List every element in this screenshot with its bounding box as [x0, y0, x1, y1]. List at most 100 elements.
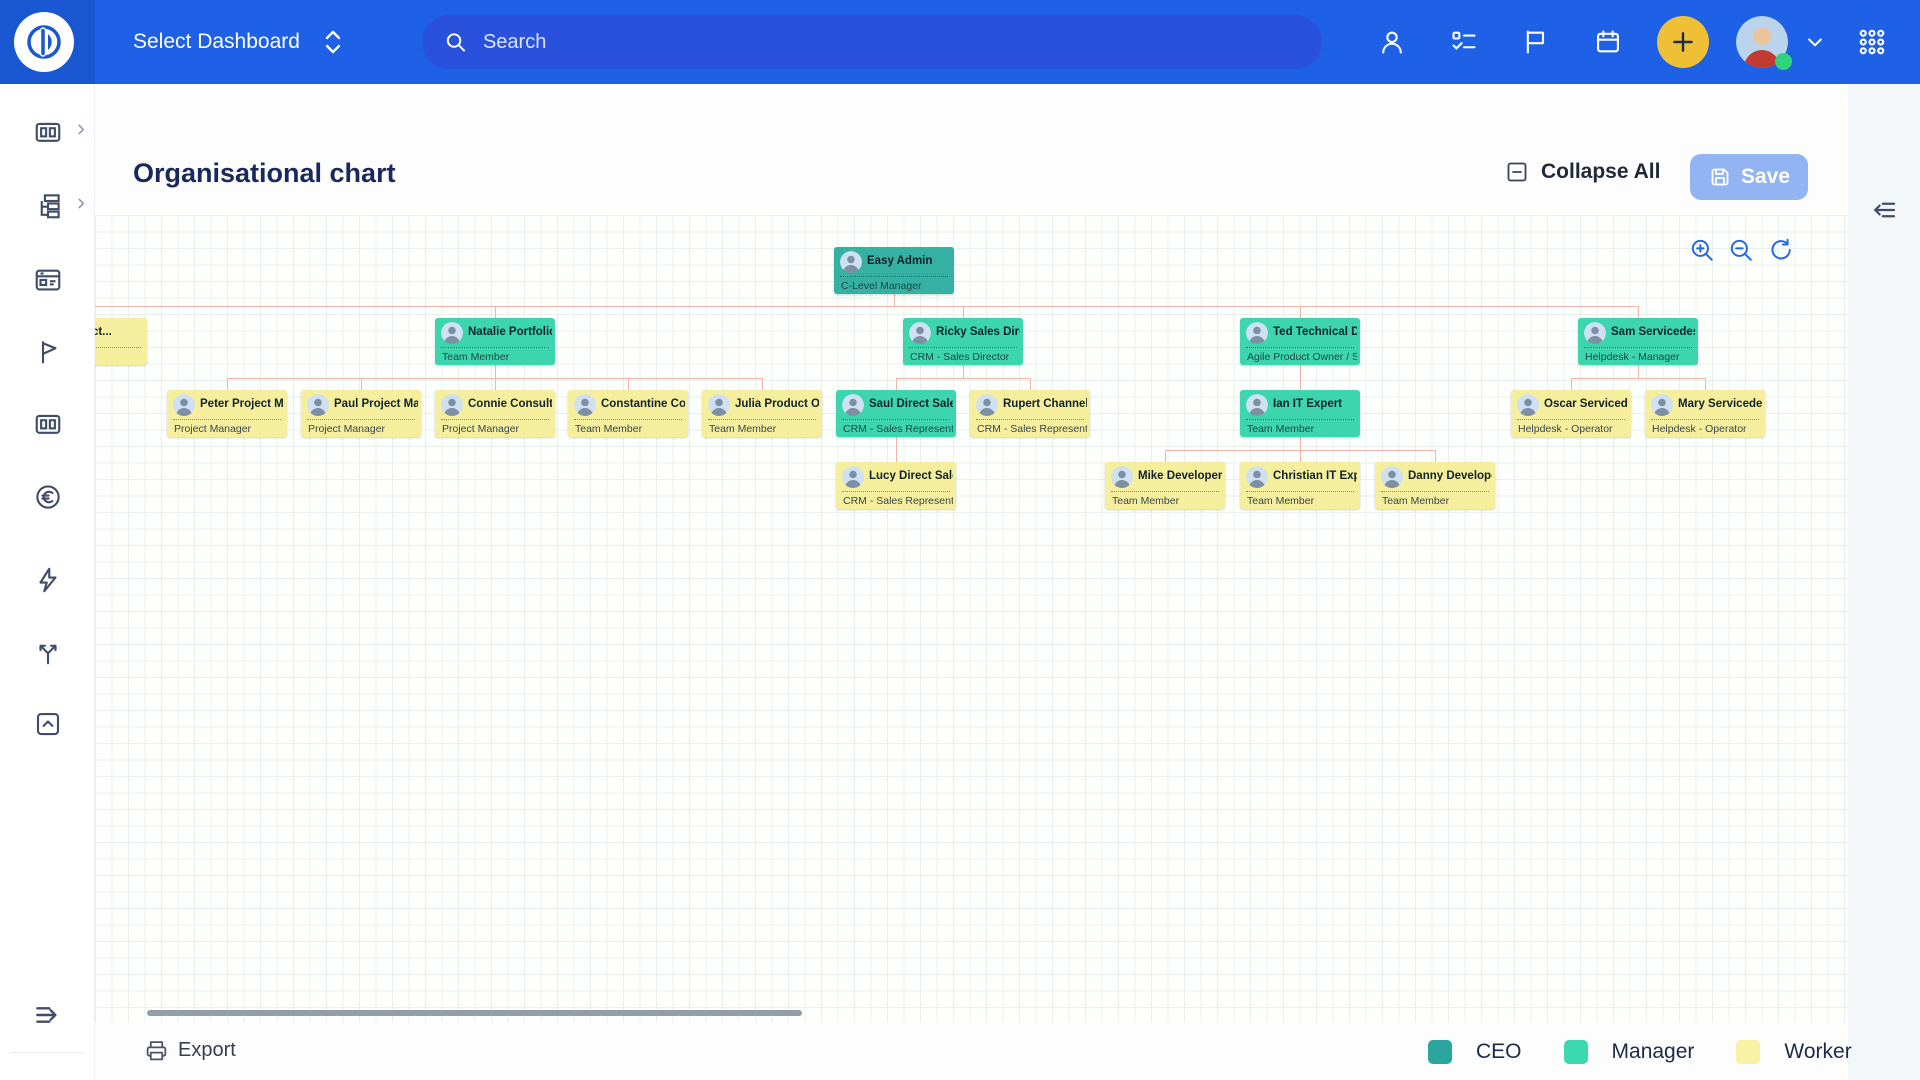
org-connector [896, 378, 897, 390]
chart-legend: CEOManagerWorker [1428, 1040, 1894, 1064]
sidebar-item-goals[interactable] [0, 324, 95, 380]
unfold-icon [322, 29, 344, 55]
panel-grid-icon [33, 409, 63, 439]
node-divider [1246, 347, 1354, 348]
export-button[interactable]: Export [144, 1038, 236, 1063]
legend-swatch [1736, 1040, 1760, 1064]
lightning-icon [33, 565, 63, 595]
org-connector [227, 378, 228, 390]
employee-avatar [976, 394, 998, 416]
sidebar-item-dashboards[interactable] [0, 104, 95, 160]
org-node-danny[interactable]: Danny DeveloperTeam Member [1375, 462, 1495, 509]
org-node-sam[interactable]: Sam Servicedesk Dir...Helpdesk - Manager [1578, 318, 1698, 365]
org-node-connie[interactable]: Connie ConsultantProject Manager [435, 390, 555, 437]
flag-button[interactable] [1514, 0, 1558, 84]
employee-avatar [307, 394, 329, 416]
save-button[interactable]: Save [1690, 154, 1808, 200]
node-divider [1517, 419, 1625, 420]
zoom-in-button[interactable] [1689, 237, 1715, 263]
calendar-icon [1594, 28, 1622, 56]
node-divider [1381, 491, 1489, 492]
org-node-easy[interactable]: Easy AdminC-Level Manager [834, 247, 954, 294]
employee-role: Team Member [709, 423, 819, 435]
org-node-rupert[interactable]: Rupert Channel Sale...CRM - Sales Repres… [970, 390, 1090, 437]
apps-menu-button[interactable] [1850, 0, 1894, 84]
reset-view-button[interactable] [1767, 237, 1793, 263]
employee-role: Project Manager [442, 423, 552, 435]
org-node-ted[interactable]: Ted Technical DirectorAgile Product Owne… [1240, 318, 1360, 365]
org-node-constantine[interactable]: Constantine Consult...Team Member [568, 390, 688, 437]
org-connector [896, 437, 897, 450]
employee-avatar [441, 322, 463, 344]
org-chart-canvas[interactable]: Easy AdminC-Level Manager e Direct... Nata… [95, 215, 1848, 1022]
logo-icon [24, 22, 64, 62]
employee-name: Saul Direct Sales Rep [869, 398, 953, 410]
dashboard-selector[interactable]: Select Dashboard [133, 0, 344, 84]
node-divider [909, 347, 1017, 348]
user-button[interactable] [1370, 0, 1414, 84]
zoom-out-button[interactable] [1728, 237, 1754, 263]
sidebar-item-upload[interactable] [0, 696, 95, 752]
collapse-all-button[interactable]: Collapse All [1505, 160, 1660, 184]
employee-role: Team Member [575, 423, 685, 435]
employee-name: Danny Developer [1408, 470, 1492, 482]
sidebar-expand-button[interactable] [0, 987, 95, 1043]
sidebar-item-pages[interactable] [0, 252, 95, 308]
org-connector [1300, 306, 1301, 318]
org-node-saul[interactable]: Saul Direct Sales RepCRM - Sales Represe… [836, 390, 956, 437]
node-divider [840, 276, 948, 277]
save-disk-icon [1708, 165, 1732, 189]
add-button[interactable] [1657, 16, 1709, 68]
employee-name: Ted Technical Director [1273, 326, 1357, 338]
printer-icon [144, 1038, 169, 1063]
node-divider [1111, 491, 1219, 492]
sidebar-item-automation[interactable] [0, 552, 95, 608]
collapse-panel-button[interactable] [1862, 188, 1906, 232]
org-node-paul[interactable]: Paul Project ManagerProject Manager [301, 390, 421, 437]
employee-role: CRM - Sales Representative [843, 495, 953, 507]
user-avatar[interactable] [1736, 16, 1788, 68]
sidebar-item-finance[interactable] [0, 469, 95, 525]
sidebar-item-reports[interactable] [0, 396, 95, 452]
org-connector [361, 378, 496, 379]
legend-swatch [1564, 1040, 1588, 1064]
legend-label: Worker [1784, 1040, 1851, 1064]
reset-icon [1767, 237, 1793, 263]
sidebar-item-structure[interactable] [0, 178, 95, 234]
org-node-oscar[interactable]: Oscar Servicedesk ...Helpdesk - Operator [1511, 390, 1631, 437]
org-node-julia[interactable]: Julia Product OwnerTeam Member [702, 390, 822, 437]
employee-name: Peter Project Manager [200, 398, 284, 410]
search-bar[interactable] [422, 15, 1322, 69]
horizontal-scrollbar[interactable] [147, 1010, 802, 1016]
org-node-peter[interactable]: Peter Project ManagerProject Manager [167, 390, 287, 437]
employee-role: C-Level Manager [841, 280, 951, 292]
org-node-mary[interactable]: Mary Servicedesk O... Helpdesk - Operator [1645, 390, 1765, 437]
org-connector [963, 306, 964, 318]
org-connector [495, 306, 895, 307]
save-button-label: Save [1741, 165, 1790, 189]
node-divider [842, 491, 950, 492]
employee-name: Mary Servicedesk O... [1678, 398, 1762, 410]
node-divider [441, 347, 549, 348]
org-node-christian[interactable]: Christian IT ExpertTeam Member [1240, 462, 1360, 509]
avatar-menu-chevron[interactable] [1793, 0, 1837, 84]
org-node-ricky[interactable]: Ricky Sales DirectorCRM - Sales Director [903, 318, 1023, 365]
org-node-mike[interactable]: Mike DeveloperTeam Member [1105, 462, 1225, 509]
calendar-button[interactable] [1586, 0, 1630, 84]
app-logo[interactable] [14, 12, 74, 72]
sidebar-item-workflows[interactable] [0, 624, 95, 680]
employee-role: Helpdesk - Operator [1652, 423, 1762, 435]
employee-name: Ian IT Expert [1273, 398, 1357, 410]
search-input[interactable] [481, 30, 1312, 55]
org-node-lucy[interactable]: Lucy Direct Sales Rep CRM - Sales Represe… [836, 462, 956, 509]
org-node-ian[interactable]: Ian IT ExpertTeam Member [1240, 390, 1360, 437]
org-node-cut[interactable]: e Direct... [95, 318, 147, 365]
employee-role: CRM - Sales Director [910, 351, 1020, 363]
org-connector [1300, 378, 1301, 390]
org-node-natalie[interactable]: Natalie Portfolio Ma...Team Member [435, 318, 555, 365]
employee-name: Lucy Direct Sales Rep [869, 470, 953, 482]
node-divider [1246, 419, 1354, 420]
employee-avatar [1111, 466, 1133, 488]
tasks-button[interactable] [1442, 0, 1486, 84]
zoom-out-icon [1728, 237, 1754, 263]
